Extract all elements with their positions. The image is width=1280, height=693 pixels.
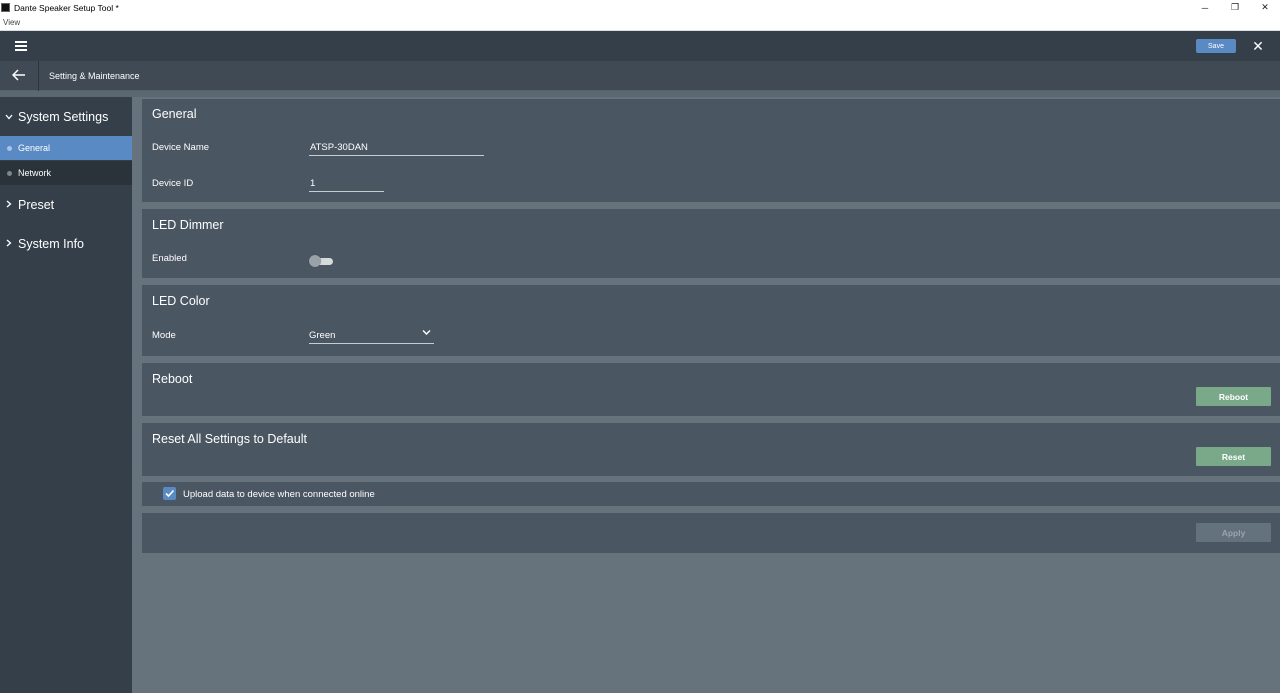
header-divider	[38, 61, 39, 91]
bullet-icon	[7, 170, 12, 176]
device-id-field[interactable]: 1	[309, 178, 384, 192]
sidebar-section-label: System Info	[18, 237, 84, 251]
save-button[interactable]: Save	[1196, 39, 1236, 53]
apply-button[interactable]: Apply	[1196, 523, 1271, 542]
toggle-knob	[309, 255, 321, 267]
app-bar: Save ✕	[0, 31, 1280, 61]
led-color-card: LED Color Mode Green	[142, 285, 1280, 356]
enabled-toggle[interactable]	[309, 255, 333, 267]
card-title: Reboot	[152, 372, 193, 386]
menu-bar: View	[0, 15, 1280, 31]
page-header: Setting & Maintenance	[0, 61, 1280, 91]
hamburger-icon[interactable]	[15, 41, 27, 51]
chevron-down-icon	[422, 328, 431, 339]
enabled-label: Enabled	[152, 253, 187, 264]
chevron-down-icon	[0, 112, 18, 123]
bullet-icon	[7, 145, 12, 151]
mode-label: Mode	[152, 330, 176, 341]
reboot-card: Reboot Reboot	[142, 363, 1280, 416]
reset-button[interactable]: Reset	[1196, 447, 1271, 466]
sidebar-section-system-info[interactable]: System Info	[0, 231, 132, 257]
window-close-icon[interactable]: ✕	[1250, 0, 1280, 15]
sidebar-section-preset[interactable]: Preset	[0, 192, 132, 218]
chevron-right-icon	[0, 200, 18, 211]
reset-card: Reset All Settings to Default Reset	[142, 423, 1280, 476]
mode-select-value: Green	[309, 330, 336, 341]
sidebar: System Settings General Network Preset S…	[0, 97, 132, 693]
device-name-field[interactable]: ATSP-30DAN	[309, 142, 484, 156]
upload-checkbox-label: Upload data to device when connected onl…	[183, 489, 375, 500]
minimize-icon[interactable]: ─	[1190, 0, 1220, 15]
apply-card: Apply	[142, 513, 1280, 553]
card-title: Reset All Settings to Default	[152, 432, 307, 446]
chevron-right-icon	[0, 239, 18, 250]
checkmark-icon	[165, 489, 175, 498]
upload-checkbox[interactable]	[163, 487, 176, 500]
led-dimmer-card: LED Dimmer Enabled	[142, 209, 1280, 278]
reboot-button[interactable]: Reboot	[1196, 387, 1271, 406]
card-title: LED Dimmer	[152, 218, 224, 232]
window-titlebar: Dante Speaker Setup Tool * ─ ❐ ✕	[0, 0, 1280, 15]
window-controls: ─ ❐ ✕	[1190, 0, 1280, 15]
arrow-left-icon[interactable]	[10, 68, 28, 84]
sidebar-section-label: Preset	[18, 198, 55, 212]
menu-view[interactable]: View	[3, 18, 20, 27]
close-icon[interactable]: ✕	[1252, 39, 1264, 53]
sidebar-item-label: Network	[18, 168, 52, 178]
restore-icon[interactable]: ❐	[1220, 0, 1250, 15]
header-separator	[0, 91, 1280, 97]
sidebar-item-label: General	[18, 143, 51, 153]
sidebar-item-network[interactable]: Network	[0, 161, 132, 185]
card-title: LED Color	[152, 294, 210, 308]
page-title: Setting & Maintenance	[49, 71, 140, 81]
window-title: Dante Speaker Setup Tool *	[14, 2, 119, 13]
device-id-label: Device ID	[152, 178, 194, 189]
general-card: General Device Name ATSP-30DAN Device ID…	[142, 99, 1280, 202]
device-name-label: Device Name	[152, 142, 210, 153]
sidebar-section-system-settings[interactable]: System Settings	[0, 104, 132, 130]
sidebar-section-label: System Settings	[18, 110, 109, 124]
card-title: General	[152, 107, 197, 121]
sidebar-item-general[interactable]: General	[0, 136, 132, 160]
app-icon	[1, 3, 10, 12]
upload-option-card: Upload data to device when connected onl…	[142, 482, 1280, 506]
mode-select[interactable]: Green	[309, 329, 434, 344]
